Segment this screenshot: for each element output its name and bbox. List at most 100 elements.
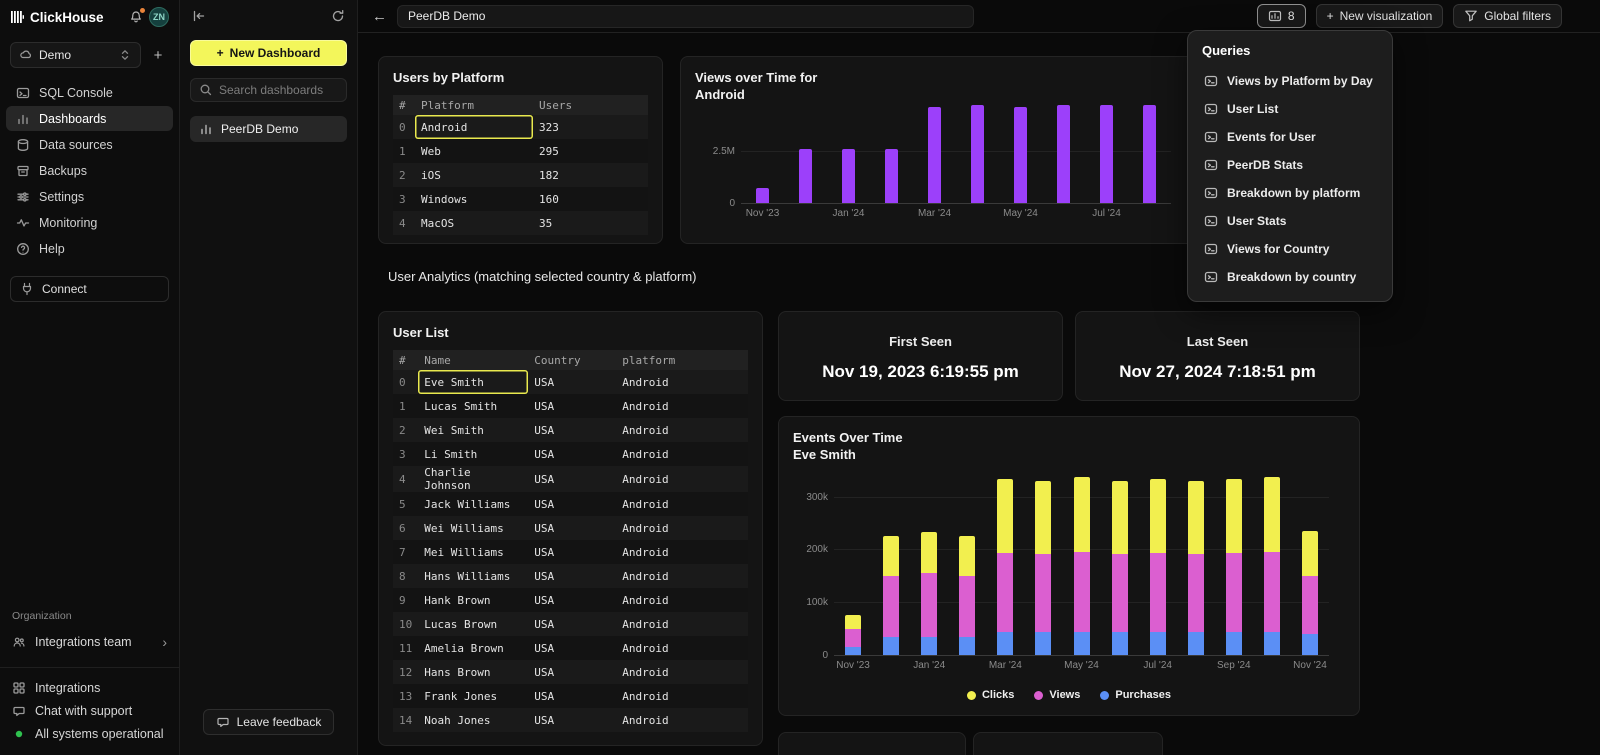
- query-item-label: Views by Platform by Day: [1227, 74, 1373, 88]
- sidebar-item-sql-console[interactable]: SQL Console: [6, 80, 173, 105]
- legend-item-views[interactable]: Views: [1034, 689, 1080, 701]
- partial-card-1: [778, 732, 966, 755]
- table-cell: Android: [616, 660, 748, 684]
- table-cell: 7: [393, 540, 418, 564]
- sidebar-header: ClickHouse ZN: [0, 0, 179, 34]
- bar-segment: [997, 553, 1013, 632]
- service-selector[interactable]: Demo: [10, 42, 141, 68]
- bar-segment: [1074, 632, 1090, 655]
- query-item-breakdown-by-country[interactable]: Breakdown by country: [1196, 263, 1384, 291]
- footer-item-all-systems-operational[interactable]: All systems operational: [0, 722, 179, 745]
- table-cell: 13: [393, 684, 418, 708]
- sidebar-item-integrations-team[interactable]: Integrations team ›: [0, 629, 179, 655]
- table-cell: 182: [533, 163, 648, 187]
- table-row[interactable]: 13Frank JonesUSAAndroid: [393, 684, 748, 708]
- sidebar-item-backups[interactable]: Backups: [6, 158, 173, 183]
- dashboard-list-item[interactable]: PeerDB Demo: [190, 116, 347, 142]
- notifications-bell-icon[interactable]: [129, 10, 143, 24]
- table-row[interactable]: 4Charlie JohnsonUSAAndroid: [393, 466, 748, 492]
- query-item-user-list[interactable]: User List: [1196, 95, 1384, 123]
- bar-segment: [883, 576, 899, 637]
- query-item-events-for-user[interactable]: Events for User: [1196, 123, 1384, 151]
- dashboard-title-input[interactable]: [397, 5, 974, 28]
- search-input[interactable]: [219, 83, 338, 97]
- monitoring-icon: [16, 216, 30, 230]
- sidebar-footer: IntegrationsChat with supportAll systems…: [0, 667, 179, 755]
- query-item-views-by-platform-by-day[interactable]: Views by Platform by Day: [1196, 67, 1384, 95]
- query-item-label: Breakdown by platform: [1227, 186, 1360, 200]
- events-legend: Clicks Views Purchases: [779, 689, 1359, 701]
- query-item-label: PeerDB Stats: [1227, 158, 1303, 172]
- leave-feedback-button[interactable]: Leave feedback: [203, 709, 335, 735]
- table-cell: Android: [616, 708, 748, 732]
- bar-segment: [845, 615, 861, 628]
- footer-item-chat-with-support[interactable]: Chat with support: [0, 699, 179, 722]
- collapse-panel-icon[interactable]: [192, 9, 206, 23]
- query-item-breakdown-by-platform[interactable]: Breakdown by platform: [1196, 179, 1384, 207]
- sidebar-item-dashboards[interactable]: Dashboards: [6, 106, 173, 131]
- avatar[interactable]: ZN: [149, 7, 169, 27]
- table-row[interactable]: 1Web295: [393, 139, 648, 163]
- table-cell: USA: [528, 442, 616, 466]
- back-button[interactable]: ←: [372, 8, 387, 25]
- new-dashboard-button[interactable]: + New Dashboard: [190, 40, 347, 66]
- query-icon: [1204, 158, 1218, 172]
- connect-button[interactable]: Connect: [10, 276, 169, 302]
- organization-label: Organization: [0, 610, 179, 622]
- bar-segment: [959, 637, 975, 655]
- data-sources-icon: [16, 138, 30, 152]
- legend-item-purchases[interactable]: Purchases: [1100, 689, 1171, 701]
- plug-icon: [20, 282, 34, 296]
- table-cell: Android: [616, 684, 748, 708]
- partial-card-2: [973, 732, 1163, 755]
- table-row[interactable]: 5Jack WilliamsUSAAndroid: [393, 492, 748, 516]
- table-row[interactable]: 0Android323: [393, 115, 648, 139]
- table-row[interactable]: 14Noah JonesUSAAndroid: [393, 708, 748, 732]
- query-icon: [1204, 130, 1218, 144]
- legend-item-clicks[interactable]: Clicks: [967, 689, 1014, 701]
- bar-segment: [1188, 632, 1204, 655]
- query-item-peerdb-stats[interactable]: PeerDB Stats: [1196, 151, 1384, 179]
- query-item-user-stats[interactable]: User Stats: [1196, 207, 1384, 235]
- table-row[interactable]: 12Hans BrownUSAAndroid: [393, 660, 748, 684]
- sidebar-item-help[interactable]: Help: [6, 236, 173, 261]
- table-row[interactable]: 4MacOS35: [393, 211, 648, 235]
- new-visualization-label: New visualization: [1340, 9, 1433, 23]
- table-row[interactable]: 2iOS182: [393, 163, 648, 187]
- table-row[interactable]: 0Eve SmithUSAAndroid: [393, 370, 748, 394]
- sidebar-item-monitoring[interactable]: Monitoring: [6, 210, 173, 235]
- x-axis-label: Nov '24: [1286, 660, 1334, 671]
- table-cell: Android: [616, 516, 748, 540]
- table-row[interactable]: 1Lucas SmithUSAAndroid: [393, 394, 748, 418]
- sidebar-item-data-sources[interactable]: Data sources: [6, 132, 173, 157]
- table-cell: 295: [533, 139, 648, 163]
- table-cell: USA: [528, 492, 616, 516]
- add-service-button[interactable]: +: [147, 44, 169, 66]
- card-title: User List: [393, 324, 748, 341]
- table-row[interactable]: 9Hank BrownUSAAndroid: [393, 588, 748, 612]
- sidebar-item-settings[interactable]: Settings: [6, 184, 173, 209]
- dashboard-search[interactable]: [190, 78, 347, 102]
- new-visualization-button[interactable]: + New visualization: [1316, 4, 1444, 28]
- query-item-views-for-country[interactable]: Views for Country: [1196, 235, 1384, 263]
- bar-segment: [1264, 552, 1280, 632]
- queries-toggle-button[interactable]: 8: [1257, 4, 1306, 28]
- table-row[interactable]: 10Lucas BrownUSAAndroid: [393, 612, 748, 636]
- table-row[interactable]: 6Wei WilliamsUSAAndroid: [393, 516, 748, 540]
- table-row[interactable]: 3Li SmithUSAAndroid: [393, 442, 748, 466]
- table-cell: Hans Brown: [418, 660, 528, 684]
- footer-item-integrations[interactable]: Integrations: [0, 676, 179, 699]
- table-row[interactable]: 3Windows160: [393, 187, 648, 211]
- table-row[interactable]: 11Amelia BrownUSAAndroid: [393, 636, 748, 660]
- table-row[interactable]: 8Hans WilliamsUSAAndroid: [393, 564, 748, 588]
- bar-segment: [1226, 479, 1242, 553]
- global-filters-button[interactable]: Global filters: [1453, 4, 1562, 28]
- refresh-icon[interactable]: [331, 9, 345, 23]
- table-row[interactable]: 7Mei WilliamsUSAAndroid: [393, 540, 748, 564]
- events-stacked-bar-chart: 0100k200k300kNov '23Jan '24Mar '24May '2…: [834, 465, 1329, 655]
- x-axis-label: Jan '24: [905, 660, 953, 671]
- table-row[interactable]: 2Wei SmithUSAAndroid: [393, 418, 748, 442]
- topbar: ← 8 + New visualization Global filters: [358, 0, 1600, 32]
- bar-segment: [997, 479, 1013, 553]
- bar-segment: [1112, 554, 1128, 632]
